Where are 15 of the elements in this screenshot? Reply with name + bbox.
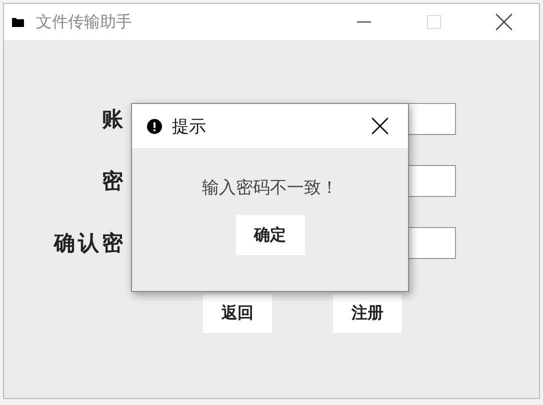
maximize-icon [426,14,442,30]
dialog-title: 提示 [172,116,206,138]
dialog-message: 输入密码不一致！ [202,177,338,199]
window-title: 文件传输助手 [36,12,132,32]
folder-icon [12,17,24,27]
close-icon [495,13,513,31]
ok-button[interactable]: 确定 [236,215,304,255]
form-button[interactable]: 注册 [333,294,402,333]
field-label: 确认密 [52,229,126,257]
field-label: 密 [101,167,126,195]
form-button[interactable]: 返回 [203,294,272,333]
close-icon [371,117,389,135]
field-label: 账 [101,105,126,133]
warning-icon [147,118,162,134]
minimize-icon [356,21,372,23]
